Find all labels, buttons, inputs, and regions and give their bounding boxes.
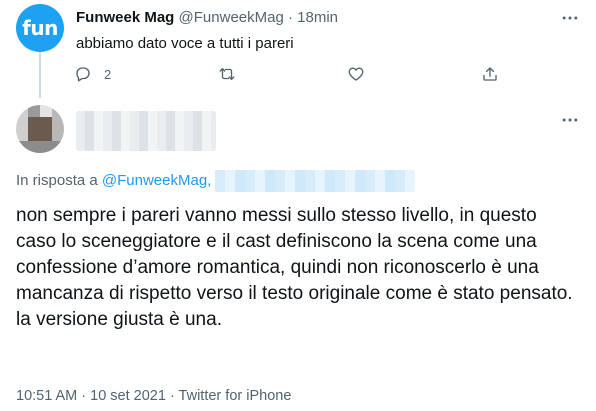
reply-bubble-icon xyxy=(76,67,90,82)
replying-to-label: In risposta a xyxy=(16,172,98,189)
tweet-timestamp[interactable]: 18min xyxy=(297,9,338,26)
share-button[interactable] xyxy=(481,64,499,84)
heart-icon xyxy=(348,67,364,81)
avatar[interactable]: fun xyxy=(16,4,64,52)
more-options-icon[interactable] xyxy=(558,8,582,28)
share-upload-icon xyxy=(483,67,497,81)
reply-avatar-pixelated[interactable] xyxy=(16,105,64,153)
avatar-logo-text: fun xyxy=(22,16,58,40)
tweet-actions: 2 xyxy=(74,64,504,84)
user-handle[interactable]: @FunweekMag xyxy=(179,9,284,26)
tweet-header: Funweek Mag @FunweekMag · 18min xyxy=(76,9,338,26)
retweet-icon xyxy=(219,68,235,80)
display-name[interactable]: Funweek Mag xyxy=(76,9,174,26)
redacted-user-name xyxy=(76,111,216,151)
tweet-text: abbiamo dato voce a tutti i pareri xyxy=(76,35,294,52)
tweet-metadata[interactable]: 10:51 AM · 10 set 2021 · Twitter for iPh… xyxy=(16,388,291,404)
mention-link[interactable]: @FunweekMag, xyxy=(102,172,211,189)
reply-tweet-text: non sempre i pareri vanno messi sullo st… xyxy=(16,205,573,330)
replying-to-line: In risposta a @FunweekMag, xyxy=(16,172,211,189)
retweet-button[interactable] xyxy=(218,64,236,84)
separator-dot: · xyxy=(287,9,293,26)
like-button[interactable] xyxy=(347,64,365,84)
parent-tweet[interactable]: fun Funweek Mag @FunweekMag · 18min abbi… xyxy=(0,0,596,98)
redacted-mentions xyxy=(215,170,415,192)
reply-count: 2 xyxy=(104,66,112,82)
thread-connector-line xyxy=(39,52,41,98)
reply-button[interactable]: 2 xyxy=(74,64,111,84)
reply-more-options-icon[interactable] xyxy=(558,110,582,130)
